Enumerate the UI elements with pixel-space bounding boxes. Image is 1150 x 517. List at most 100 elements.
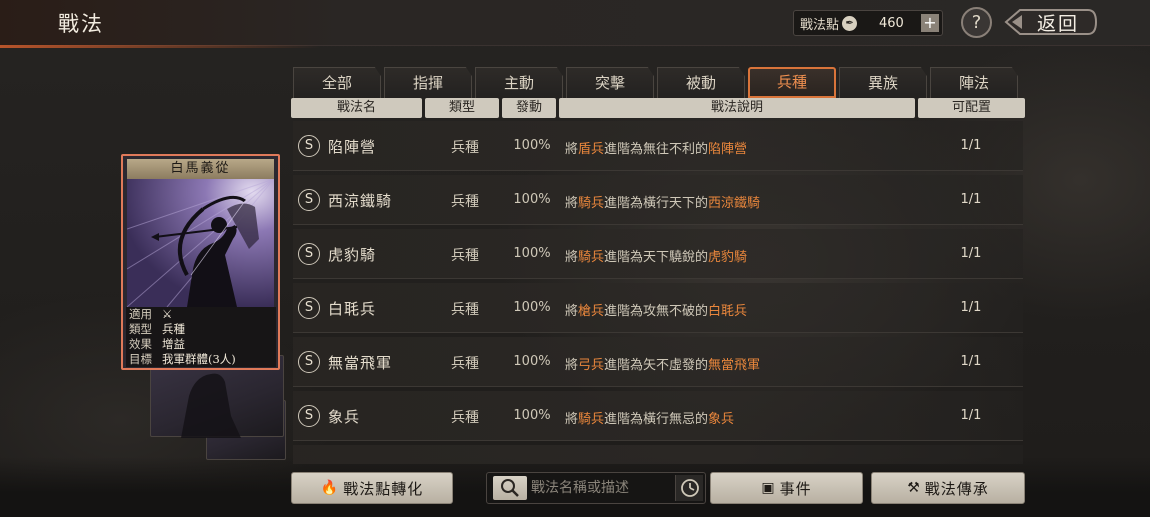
tactic-capacity: 1/1 xyxy=(960,408,982,423)
tab-assault[interactable]: 突擊 xyxy=(566,67,654,98)
tab-foreign[interactable]: 異族 xyxy=(839,67,927,98)
search-icon xyxy=(501,479,519,497)
tab-troop[interactable]: 兵種 xyxy=(748,67,836,98)
table-row[interactable]: S 象兵 兵種 100% 將騎兵進階為橫行無忌的象兵 1/1 xyxy=(293,391,1023,441)
grade-badge: S xyxy=(298,405,320,427)
desc-prefix: 將 xyxy=(565,196,579,211)
card-info-row: 類型 兵種 xyxy=(126,322,276,337)
card-info-row: 效果 增益 xyxy=(126,337,276,352)
tactic-rate: 100% xyxy=(513,354,551,369)
search-bar xyxy=(486,472,706,504)
page-title: 戰法 xyxy=(58,12,104,36)
tactic-name: 陷陣營 xyxy=(328,138,377,156)
tactic-capacity: 1/1 xyxy=(960,246,982,261)
tactic-description: 將騎兵進階為橫行無忌的象兵 xyxy=(565,408,734,427)
tactic-name: 虎豹騎 xyxy=(328,246,377,264)
event-label: 事件 xyxy=(779,479,812,498)
tactic-capacity: 1/1 xyxy=(960,300,982,315)
column-capacity[interactable]: 可配置 xyxy=(918,98,1025,118)
card-title: 白馬義從 xyxy=(127,159,274,179)
archer-illustration-icon xyxy=(127,179,274,307)
desc-unit: 弓兵 xyxy=(578,358,605,373)
info-value: 兵種 xyxy=(162,322,185,336)
tactic-name: 無當飛軍 xyxy=(328,354,393,372)
card-info-panel: 適用 ⚔ 類型 兵種 效果 增益 目標 我軍群體(3人) xyxy=(126,307,276,367)
desc-target: 西涼鐵騎 xyxy=(708,196,761,211)
table-row[interactable]: S 西涼鐵騎 兵種 100% 將騎兵進階為橫行天下的西涼鐵騎 1/1 xyxy=(293,175,1023,225)
table-row[interactable]: S 陷陣營 兵種 100% 將盾兵進階為無往不利的陷陣營 1/1 xyxy=(293,121,1023,171)
column-type[interactable]: 類型 xyxy=(425,98,499,118)
desc-target: 象兵 xyxy=(708,412,735,427)
event-button[interactable]: ▣ 事件 xyxy=(710,472,863,504)
table-row[interactable]: S 白毦兵 兵種 100% 將槍兵進階為攻無不破的白毦兵 1/1 xyxy=(293,283,1023,333)
column-name[interactable]: 戰法名 xyxy=(291,98,422,118)
convert-points-button[interactable]: 🔥 戰法點轉化 xyxy=(291,472,453,504)
crossed-weapons-icon: ⚔ xyxy=(162,307,173,321)
desc-middle: 進階為天下驍銳的 xyxy=(604,250,709,265)
tab-active[interactable]: 主動 xyxy=(475,67,563,98)
card-info-row: 目標 我軍群體(3人) xyxy=(126,352,276,367)
tactic-rate: 100% xyxy=(513,300,551,315)
tactic-type: 兵種 xyxy=(451,248,479,264)
desc-target: 陷陣營 xyxy=(708,142,748,157)
help-button[interactable]: ? xyxy=(961,7,992,38)
inherit-button[interactable]: ⚒ 戰法傳承 xyxy=(871,472,1025,504)
tactic-type: 兵種 xyxy=(451,410,479,426)
desc-unit: 騎兵 xyxy=(578,412,605,427)
info-key: 目標 xyxy=(129,352,152,366)
desc-middle: 進階為矢不虛發的 xyxy=(604,358,709,373)
tab-command[interactable]: 指揮 xyxy=(384,67,472,98)
tab-passive[interactable]: 被動 xyxy=(657,67,745,98)
table-row[interactable]: S 無當飛軍 兵種 100% 將弓兵進階為矢不虛發的無當飛軍 1/1 xyxy=(293,337,1023,387)
desc-prefix: 將 xyxy=(565,304,579,319)
desc-target: 白毦兵 xyxy=(708,304,748,319)
desc-prefix: 將 xyxy=(565,142,579,157)
tactic-name: 白毦兵 xyxy=(328,300,377,318)
history-button[interactable] xyxy=(675,475,703,501)
desc-prefix: 將 xyxy=(565,412,579,427)
desc-target: 無當飛軍 xyxy=(708,358,761,373)
search-button[interactable] xyxy=(493,476,527,500)
desc-unit: 騎兵 xyxy=(578,196,605,211)
desc-middle: 進階為橫行天下的 xyxy=(604,196,709,211)
tactic-description: 將騎兵進階為橫行天下的西涼鐵騎 xyxy=(565,192,760,211)
tactic-description: 將盾兵進階為無往不利的陷陣營 xyxy=(565,138,747,157)
card-info-row: 適用 ⚔ xyxy=(126,307,276,322)
tab-all[interactable]: 全部 xyxy=(293,67,381,98)
search-input[interactable] xyxy=(531,477,671,499)
table-row[interactable] xyxy=(293,445,1023,464)
grade-badge: S xyxy=(298,297,320,319)
tactic-rate: 100% xyxy=(513,192,551,207)
grade-badge: S xyxy=(298,243,320,265)
tactic-capacity: 1/1 xyxy=(960,192,982,207)
tab-formation[interactable]: 陣法 xyxy=(930,67,1018,98)
desc-middle: 進階為橫行無忌的 xyxy=(604,412,709,427)
table-row[interactable]: S 虎豹騎 兵種 100% 將騎兵進階為天下驍銳的虎豹騎 1/1 xyxy=(293,229,1023,279)
info-value: 增益 xyxy=(162,337,185,351)
column-rate[interactable]: 發動 xyxy=(502,98,556,118)
tactic-points-label: 戰法點 xyxy=(800,17,840,33)
convert-points-label: 戰法點轉化 xyxy=(343,479,424,498)
clock-icon xyxy=(681,479,699,497)
grade-badge: S xyxy=(298,189,320,211)
column-description: 戰法說明 xyxy=(559,98,915,118)
tactic-points-value: 460 xyxy=(879,15,904,31)
grade-badge: S xyxy=(298,135,320,157)
back-button[interactable]: 返回 xyxy=(1004,6,1098,38)
tactic-type: 兵種 xyxy=(451,302,479,318)
top-bar: 戰法 戰法點 ✒ 460 + ? 返回 xyxy=(0,0,1150,48)
tactic-type: 兵種 xyxy=(451,194,479,210)
desc-unit: 槍兵 xyxy=(578,304,605,319)
category-tabs: 全部 指揮 主動 突擊 被動 兵種 異族 陣法 xyxy=(293,67,1023,98)
event-icon: ▣ xyxy=(761,480,776,496)
add-points-button[interactable]: + xyxy=(921,14,939,32)
tactic-name: 西涼鐵騎 xyxy=(328,192,393,210)
info-key: 效果 xyxy=(129,337,152,351)
tactic-rate: 100% xyxy=(513,408,551,423)
tactic-description: 將弓兵進階為矢不虛發的無當飛軍 xyxy=(565,354,760,373)
selected-tactic-card[interactable]: 白馬義從 適用 ⚔ 類型 兵種 效果 增益 目標 我軍群體(3人) xyxy=(121,154,280,370)
desc-prefix: 將 xyxy=(565,250,579,265)
tactic-description: 將槍兵進階為攻無不破的白毦兵 xyxy=(565,300,747,319)
tactic-rate: 100% xyxy=(513,246,551,261)
desc-unit: 盾兵 xyxy=(578,142,605,157)
